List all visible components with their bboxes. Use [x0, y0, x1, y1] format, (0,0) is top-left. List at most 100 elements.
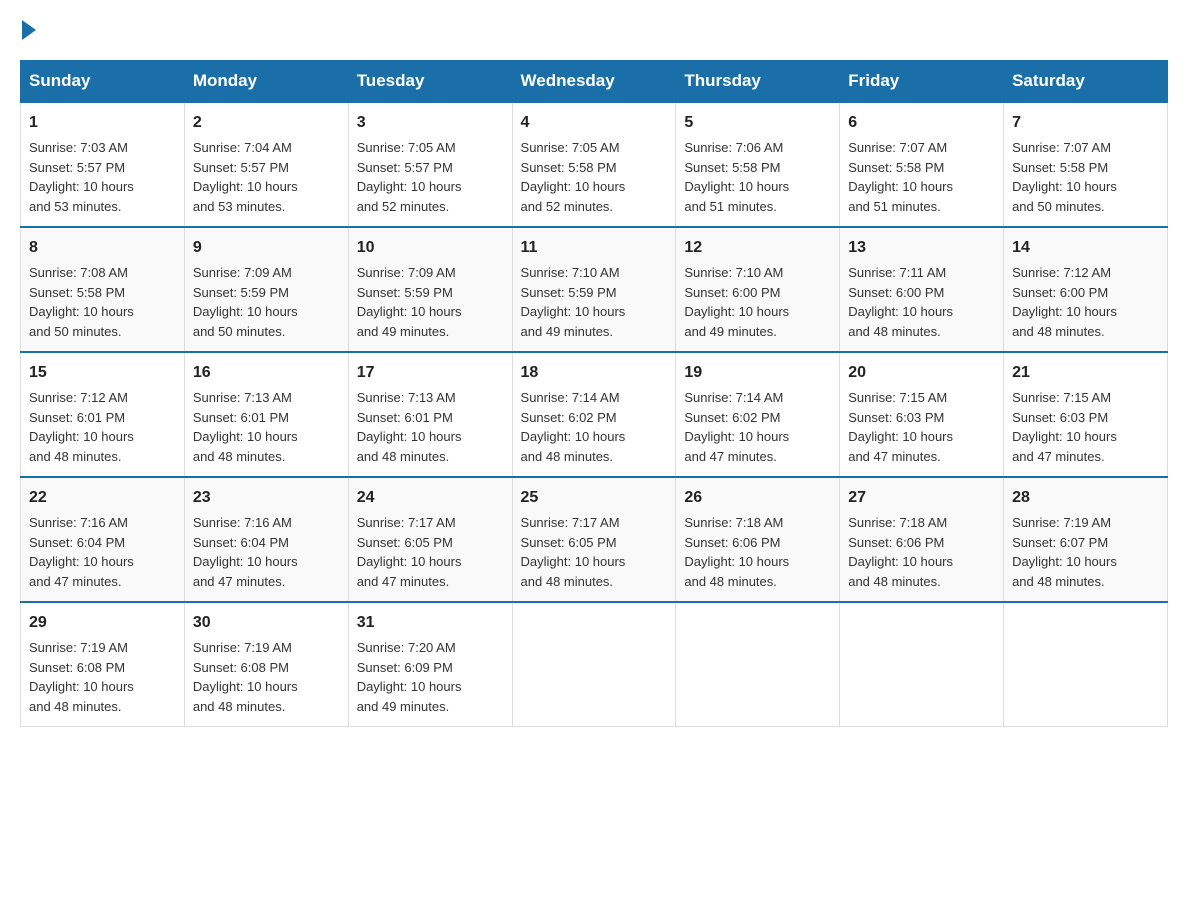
calendar-day-cell: 10 Sunrise: 7:09 AMSunset: 5:59 PMDayligh…	[348, 227, 512, 352]
day-info: Sunrise: 7:17 AMSunset: 6:05 PMDaylight:…	[521, 513, 668, 591]
day-of-week-header: Saturday	[1004, 61, 1168, 103]
day-number: 20	[848, 361, 995, 385]
day-info: Sunrise: 7:05 AMSunset: 5:57 PMDaylight:…	[357, 138, 504, 216]
day-info: Sunrise: 7:07 AMSunset: 5:58 PMDaylight:…	[848, 138, 995, 216]
day-info: Sunrise: 7:19 AMSunset: 6:07 PMDaylight:…	[1012, 513, 1159, 591]
day-info: Sunrise: 7:16 AMSunset: 6:04 PMDaylight:…	[29, 513, 176, 591]
calendar-day-cell	[840, 602, 1004, 727]
day-info: Sunrise: 7:17 AMSunset: 6:05 PMDaylight:…	[357, 513, 504, 591]
day-info: Sunrise: 7:08 AMSunset: 5:58 PMDaylight:…	[29, 263, 176, 341]
day-info: Sunrise: 7:09 AMSunset: 5:59 PMDaylight:…	[357, 263, 504, 341]
calendar-week-row: 22 Sunrise: 7:16 AMSunset: 6:04 PMDayligh…	[21, 477, 1168, 602]
calendar-day-cell: 25 Sunrise: 7:17 AMSunset: 6:05 PMDayligh…	[512, 477, 676, 602]
day-of-week-header: Tuesday	[348, 61, 512, 103]
day-number: 3	[357, 111, 504, 135]
calendar-day-cell: 28 Sunrise: 7:19 AMSunset: 6:07 PMDayligh…	[1004, 477, 1168, 602]
calendar-day-cell: 11Sunrise: 7:10 AMSunset: 5:59 PMDayligh…	[512, 227, 676, 352]
day-info: Sunrise: 7:10 AMSunset: 6:00 PMDaylight:…	[684, 263, 831, 341]
day-of-week-header: Thursday	[676, 61, 840, 103]
calendar-day-cell: 3 Sunrise: 7:05 AMSunset: 5:57 PMDaylight…	[348, 102, 512, 227]
day-info: Sunrise: 7:19 AMSunset: 6:08 PMDaylight:…	[193, 638, 340, 716]
calendar-header-row: SundayMondayTuesdayWednesdayThursdayFrid…	[21, 61, 1168, 103]
calendar-day-cell: 23Sunrise: 7:16 AMSunset: 6:04 PMDayligh…	[184, 477, 348, 602]
calendar-day-cell: 2 Sunrise: 7:04 AMSunset: 5:57 PMDaylight…	[184, 102, 348, 227]
day-number: 6	[848, 111, 995, 135]
calendar-day-cell: 12Sunrise: 7:10 AMSunset: 6:00 PMDayligh…	[676, 227, 840, 352]
calendar-day-cell: 9 Sunrise: 7:09 AMSunset: 5:59 PMDaylight…	[184, 227, 348, 352]
day-number: 30	[193, 611, 340, 635]
calendar-week-row: 15Sunrise: 7:12 AMSunset: 6:01 PMDayligh…	[21, 352, 1168, 477]
day-number: 2	[193, 111, 340, 135]
calendar-day-cell: 6 Sunrise: 7:07 AMSunset: 5:58 PMDaylight…	[840, 102, 1004, 227]
logo-arrow-icon	[22, 20, 36, 40]
calendar-day-cell	[676, 602, 840, 727]
calendar-day-cell: 21 Sunrise: 7:15 AMSunset: 6:03 PMDayligh…	[1004, 352, 1168, 477]
calendar-day-cell: 1 Sunrise: 7:03 AMSunset: 5:57 PMDaylight…	[21, 102, 185, 227]
calendar-day-cell: 19 Sunrise: 7:14 AMSunset: 6:02 PMDayligh…	[676, 352, 840, 477]
day-info: Sunrise: 7:18 AMSunset: 6:06 PMDaylight:…	[684, 513, 831, 591]
calendar-week-row: 1 Sunrise: 7:03 AMSunset: 5:57 PMDaylight…	[21, 102, 1168, 227]
day-info: Sunrise: 7:13 AMSunset: 6:01 PMDaylight:…	[193, 388, 340, 466]
day-number: 24	[357, 486, 504, 510]
page-header	[20, 20, 1168, 40]
calendar-day-cell: 8 Sunrise: 7:08 AMSunset: 5:58 PMDaylight…	[21, 227, 185, 352]
calendar-day-cell: 17Sunrise: 7:13 AMSunset: 6:01 PMDayligh…	[348, 352, 512, 477]
day-info: Sunrise: 7:16 AMSunset: 6:04 PMDaylight:…	[193, 513, 340, 591]
calendar-day-cell: 14Sunrise: 7:12 AMSunset: 6:00 PMDayligh…	[1004, 227, 1168, 352]
calendar-day-cell: 24 Sunrise: 7:17 AMSunset: 6:05 PMDayligh…	[348, 477, 512, 602]
day-number: 26	[684, 486, 831, 510]
calendar-day-cell: 22 Sunrise: 7:16 AMSunset: 6:04 PMDayligh…	[21, 477, 185, 602]
day-info: Sunrise: 7:14 AMSunset: 6:02 PMDaylight:…	[684, 388, 831, 466]
day-number: 14	[1012, 236, 1159, 260]
day-info: Sunrise: 7:11 AMSunset: 6:00 PMDaylight:…	[848, 263, 995, 341]
day-number: 1	[29, 111, 176, 135]
day-number: 9	[193, 236, 340, 260]
calendar-day-cell: 7 Sunrise: 7:07 AMSunset: 5:58 PMDaylight…	[1004, 102, 1168, 227]
day-of-week-header: Wednesday	[512, 61, 676, 103]
logo	[20, 20, 38, 40]
day-number: 7	[1012, 111, 1159, 135]
day-number: 21	[1012, 361, 1159, 385]
day-number: 4	[521, 111, 668, 135]
calendar-day-cell: 26 Sunrise: 7:18 AMSunset: 6:06 PMDayligh…	[676, 477, 840, 602]
calendar-day-cell: 15Sunrise: 7:12 AMSunset: 6:01 PMDayligh…	[21, 352, 185, 477]
calendar-day-cell: 27Sunrise: 7:18 AMSunset: 6:06 PMDayligh…	[840, 477, 1004, 602]
calendar-day-cell: 18Sunrise: 7:14 AMSunset: 6:02 PMDayligh…	[512, 352, 676, 477]
day-info: Sunrise: 7:06 AMSunset: 5:58 PMDaylight:…	[684, 138, 831, 216]
calendar-day-cell: 29 Sunrise: 7:19 AMSunset: 6:08 PMDayligh…	[21, 602, 185, 727]
day-number: 8	[29, 236, 176, 260]
day-info: Sunrise: 7:04 AMSunset: 5:57 PMDaylight:…	[193, 138, 340, 216]
day-number: 13	[848, 236, 995, 260]
calendar-day-cell: 5 Sunrise: 7:06 AMSunset: 5:58 PMDaylight…	[676, 102, 840, 227]
calendar-day-cell: 16 Sunrise: 7:13 AMSunset: 6:01 PMDayligh…	[184, 352, 348, 477]
day-info: Sunrise: 7:03 AMSunset: 5:57 PMDaylight:…	[29, 138, 176, 216]
day-info: Sunrise: 7:20 AMSunset: 6:09 PMDaylight:…	[357, 638, 504, 716]
day-number: 28	[1012, 486, 1159, 510]
day-info: Sunrise: 7:14 AMSunset: 6:02 PMDaylight:…	[521, 388, 668, 466]
day-of-week-header: Sunday	[21, 61, 185, 103]
day-info: Sunrise: 7:12 AMSunset: 6:01 PMDaylight:…	[29, 388, 176, 466]
calendar-day-cell: 20Sunrise: 7:15 AMSunset: 6:03 PMDayligh…	[840, 352, 1004, 477]
calendar-day-cell: 31Sunrise: 7:20 AMSunset: 6:09 PMDayligh…	[348, 602, 512, 727]
day-of-week-header: Friday	[840, 61, 1004, 103]
calendar-week-row: 29 Sunrise: 7:19 AMSunset: 6:08 PMDayligh…	[21, 602, 1168, 727]
calendar-day-cell	[512, 602, 676, 727]
day-of-week-header: Monday	[184, 61, 348, 103]
day-info: Sunrise: 7:05 AMSunset: 5:58 PMDaylight:…	[521, 138, 668, 216]
day-number: 10	[357, 236, 504, 260]
day-number: 5	[684, 111, 831, 135]
day-number: 29	[29, 611, 176, 635]
day-number: 16	[193, 361, 340, 385]
day-number: 22	[29, 486, 176, 510]
calendar-body: 1 Sunrise: 7:03 AMSunset: 5:57 PMDaylight…	[21, 102, 1168, 727]
day-info: Sunrise: 7:15 AMSunset: 6:03 PMDaylight:…	[1012, 388, 1159, 466]
day-number: 25	[521, 486, 668, 510]
calendar-day-cell	[1004, 602, 1168, 727]
day-number: 19	[684, 361, 831, 385]
day-number: 11	[521, 236, 668, 260]
day-info: Sunrise: 7:09 AMSunset: 5:59 PMDaylight:…	[193, 263, 340, 341]
calendar-day-cell: 30 Sunrise: 7:19 AMSunset: 6:08 PMDayligh…	[184, 602, 348, 727]
day-info: Sunrise: 7:07 AMSunset: 5:58 PMDaylight:…	[1012, 138, 1159, 216]
day-info: Sunrise: 7:19 AMSunset: 6:08 PMDaylight:…	[29, 638, 176, 716]
day-info: Sunrise: 7:13 AMSunset: 6:01 PMDaylight:…	[357, 388, 504, 466]
